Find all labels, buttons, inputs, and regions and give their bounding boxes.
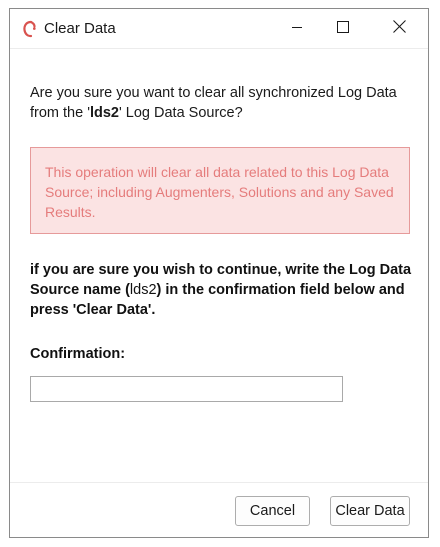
app-logo-icon (22, 20, 38, 38)
footer-divider (10, 482, 428, 483)
confirmation-question: Are you sure you want to clear all synch… (30, 83, 415, 123)
confirmation-label: Confirmation: (30, 346, 126, 362)
close-button[interactable] (376, 9, 422, 48)
source-name: lds2 (89, 105, 119, 121)
instructions-source-name: lds2 (129, 282, 157, 298)
close-icon (392, 19, 406, 38)
minimize-button[interactable] (274, 9, 320, 48)
maximize-button[interactable] (320, 9, 366, 48)
clear-data-dialog: Clear Data Are you sure you want to clea… (9, 8, 429, 538)
confirmation-input[interactable] (30, 376, 343, 402)
instructions-text: if you are sure you wish to continue, wr… (30, 260, 415, 320)
warning-box: This operation will clear all data relat… (30, 147, 410, 234)
window-title: Clear Data (44, 20, 116, 37)
question-suffix: ' Log Data Source? (119, 105, 243, 121)
clear-data-button[interactable]: Clear Data (330, 496, 410, 526)
title-bar: Clear Data (10, 9, 428, 49)
warning-text: This operation will clear all data relat… (45, 164, 394, 220)
minimize-icon (291, 20, 303, 38)
cancel-button[interactable]: Cancel (235, 496, 310, 526)
maximize-icon (337, 20, 349, 38)
